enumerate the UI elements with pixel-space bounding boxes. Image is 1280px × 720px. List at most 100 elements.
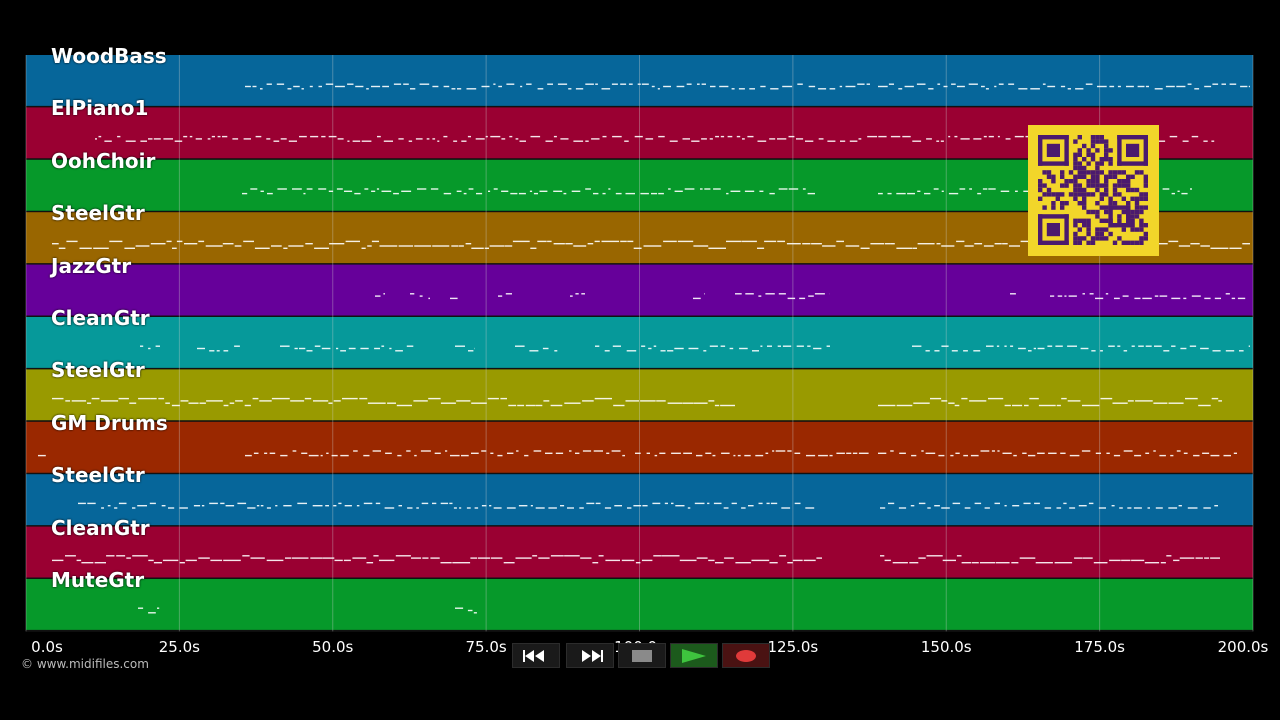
note (553, 190, 563, 192)
note (794, 452, 801, 454)
note (420, 450, 431, 452)
note (720, 135, 725, 138)
track-label: GM Drums (51, 410, 168, 435)
note (697, 83, 700, 85)
note (326, 452, 329, 454)
qr-module (1130, 223, 1135, 228)
qr-module (1139, 218, 1144, 223)
note (280, 345, 290, 347)
note (625, 400, 639, 402)
note (777, 138, 787, 140)
note (1061, 397, 1067, 400)
note (1097, 85, 1107, 88)
note (38, 454, 46, 457)
stop-button[interactable] (618, 643, 666, 668)
qr-module (1090, 179, 1096, 184)
note (1075, 88, 1084, 90)
note (913, 402, 930, 404)
note (1231, 297, 1236, 300)
note (1179, 557, 1195, 559)
note (957, 85, 965, 88)
note (941, 507, 950, 509)
qr-module (1038, 179, 1043, 184)
note (1159, 454, 1166, 457)
qr-module (1090, 139, 1096, 144)
note (360, 347, 369, 350)
note (376, 188, 380, 190)
note (277, 188, 287, 190)
qr-module (1104, 174, 1109, 179)
qr-module (1095, 139, 1100, 144)
rewind-button[interactable] (512, 643, 560, 668)
note (917, 190, 921, 192)
qr-module (1051, 201, 1056, 206)
note (285, 557, 292, 559)
note (628, 83, 633, 85)
note (393, 192, 399, 195)
note (101, 507, 104, 509)
note (564, 402, 581, 404)
qr-module (1126, 201, 1131, 206)
note (91, 397, 100, 400)
note (1237, 297, 1246, 300)
record-button[interactable] (722, 643, 770, 668)
note (354, 192, 361, 195)
note (1153, 402, 1168, 404)
note (1067, 88, 1071, 90)
fast-forward-button[interactable] (566, 643, 614, 668)
note (406, 450, 411, 452)
note (537, 88, 544, 90)
note (1011, 562, 1019, 564)
note (415, 138, 423, 140)
note (384, 507, 395, 509)
note (260, 505, 264, 507)
qr-module (1073, 236, 1078, 241)
note (252, 85, 257, 88)
note (247, 507, 256, 509)
note (328, 190, 334, 192)
qr-module (1082, 201, 1087, 206)
note (849, 140, 858, 142)
note (205, 245, 223, 247)
qr-module (1143, 192, 1148, 197)
note (470, 557, 478, 559)
note (651, 85, 655, 88)
note (767, 345, 772, 347)
qr-module (1134, 205, 1140, 210)
play-button[interactable] (670, 643, 718, 668)
note (234, 345, 240, 347)
note (909, 562, 919, 564)
note (1111, 505, 1115, 507)
note (508, 404, 517, 407)
note (161, 505, 166, 507)
qr-module (1090, 157, 1096, 162)
qr-module (1077, 170, 1082, 175)
note (356, 505, 360, 507)
note (839, 85, 843, 88)
note (428, 297, 430, 300)
note (1005, 138, 1011, 140)
note (455, 345, 465, 347)
qr-module (1095, 179, 1100, 184)
note (1131, 345, 1135, 347)
note (451, 88, 456, 90)
note (440, 502, 449, 505)
note (984, 507, 990, 509)
note (193, 505, 201, 507)
qr-module (1143, 196, 1148, 201)
note (459, 507, 462, 509)
note (490, 135, 501, 138)
note (201, 505, 205, 507)
note (770, 88, 779, 90)
qr-module (1090, 152, 1096, 157)
note (803, 559, 816, 562)
qr-module (1038, 135, 1043, 166)
qr-module (1077, 201, 1082, 206)
note (1095, 452, 1101, 454)
qr-module (1121, 240, 1126, 245)
note (988, 397, 1004, 400)
qr-module (1046, 174, 1052, 179)
note (1018, 88, 1028, 90)
qr-module (1086, 227, 1091, 232)
qr-module (1073, 139, 1078, 144)
